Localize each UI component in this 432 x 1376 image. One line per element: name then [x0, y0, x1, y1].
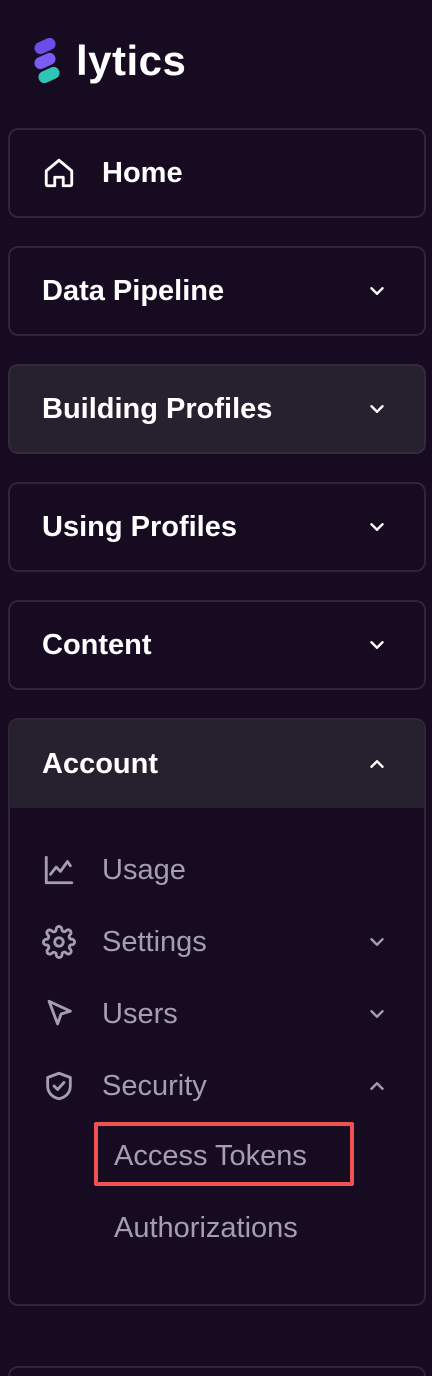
- home-icon: [44, 158, 74, 188]
- chevron-up-icon: [370, 760, 384, 768]
- chevron-down-icon: [370, 523, 384, 531]
- lytics-logo[interactable]: lytics: [30, 38, 186, 84]
- nav-home-label: Home: [102, 156, 183, 189]
- account-item-usage-label: Usage: [102, 853, 186, 886]
- account-item-settings[interactable]: Settings: [10, 914, 424, 970]
- sidebar: lytics Home Data Pipeline Building Profi…: [0, 0, 432, 1376]
- selection-highlight: [94, 1122, 354, 1186]
- nav-content-label: Content: [42, 628, 152, 661]
- cursor-pointer-icon: [47, 999, 72, 1026]
- account-item-security[interactable]: Security: [10, 1058, 424, 1114]
- nav-building-profiles[interactable]: Building Profiles: [8, 364, 426, 454]
- account-item-users-label: Users: [102, 997, 178, 1030]
- chevron-down-icon: [370, 287, 384, 295]
- chevron-down-icon: [370, 938, 384, 946]
- chart-line-icon: [44, 855, 74, 885]
- chevron-up-icon: [370, 1082, 384, 1090]
- nav-next-partial[interactable]: [8, 1366, 426, 1376]
- nav-building-profiles-label: Building Profiles: [42, 392, 273, 425]
- gear-icon: [42, 925, 76, 959]
- nav-using-profiles-label: Using Profiles: [42, 510, 237, 543]
- brand-name: lytics: [76, 37, 187, 84]
- lytics-logo-icon: [34, 38, 60, 84]
- chevron-down-icon: [370, 405, 384, 413]
- account-item-settings-label: Settings: [102, 925, 207, 958]
- nav-account-label: Account: [42, 747, 158, 780]
- nav-data-pipeline[interactable]: Data Pipeline: [8, 246, 426, 336]
- account-item-security-label: Security: [102, 1069, 207, 1102]
- chevron-down-icon: [370, 1010, 384, 1018]
- nav-home[interactable]: Home: [8, 128, 426, 218]
- chevron-down-icon: [370, 641, 384, 649]
- nav-content[interactable]: Content: [8, 600, 426, 690]
- nav-using-profiles[interactable]: Using Profiles: [8, 482, 426, 572]
- account-item-usage[interactable]: Usage: [10, 842, 424, 898]
- account-item-users[interactable]: Users: [10, 986, 424, 1042]
- nav-data-pipeline-label: Data Pipeline: [42, 274, 225, 307]
- security-item-authorizations[interactable]: Authorizations: [114, 1208, 298, 1248]
- shield-check-icon: [46, 1071, 72, 1101]
- nav-account[interactable]: Account: [10, 720, 424, 808]
- nav-account-panel: Account Usage Settings Users Security Ac…: [8, 718, 426, 1306]
